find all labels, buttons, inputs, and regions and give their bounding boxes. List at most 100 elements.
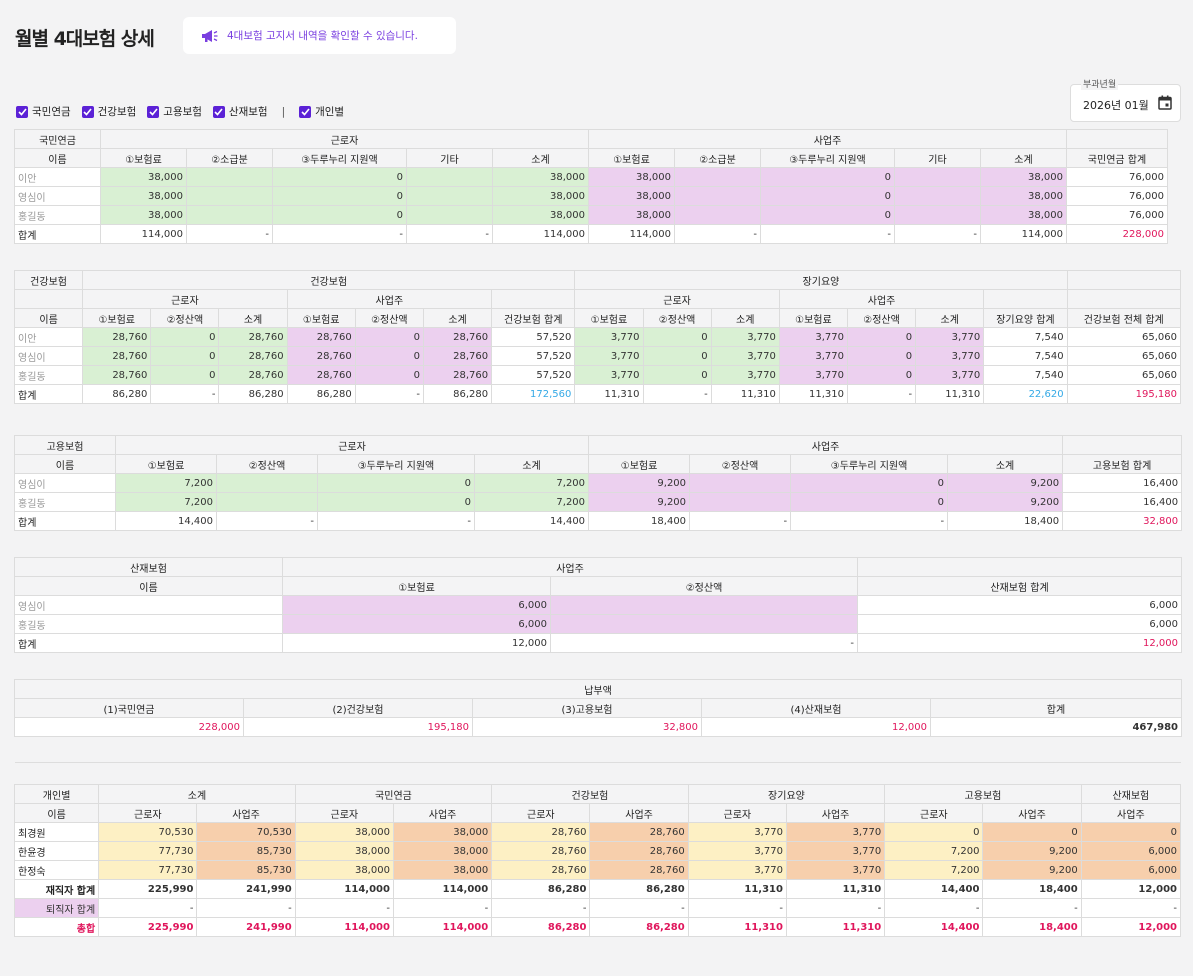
cell: [549, 595, 859, 615]
cell: 241,990: [196, 917, 296, 937]
col-header: 사업주: [1080, 803, 1182, 823]
col-header: 소계: [915, 308, 985, 328]
cell: -: [196, 898, 296, 918]
cell: 14,400: [884, 879, 984, 899]
cell: -: [186, 224, 273, 244]
cell: -: [687, 898, 787, 918]
cell: 38,000: [588, 167, 675, 187]
cell: 3,770: [915, 346, 985, 366]
cell: 7,200: [115, 492, 217, 512]
cell: [674, 205, 761, 225]
cell: 28,760: [589, 822, 689, 842]
pension-table: 국민연금 근로자 사업주 이름 ①보험료 ②소급분 ③두루누리 지원액 기타 소…: [14, 129, 1168, 244]
cell: 28,760: [589, 860, 689, 880]
col-header: 소계: [492, 148, 589, 168]
col-header: 건강보험 합계: [491, 308, 576, 328]
col-header: ②정산액: [846, 308, 917, 328]
col-header: 기타: [894, 148, 981, 168]
cell: 11,310: [785, 879, 886, 899]
table-row: 영심이 6,000 6,000: [14, 595, 1183, 615]
person-name: 최경원: [13, 822, 100, 842]
cell: 38,000: [980, 205, 1067, 225]
col-header: 사업주: [196, 803, 296, 823]
cell: 12,000: [1080, 879, 1182, 899]
cell: -: [589, 898, 689, 918]
cell: 28,760: [82, 327, 152, 347]
cell: 6,000: [1080, 841, 1182, 861]
cell: 28,760: [218, 327, 288, 347]
col-header: (1)국민연금: [14, 698, 244, 718]
cell: 18,400: [982, 917, 1082, 937]
cell: [186, 167, 273, 187]
cell: 38,000: [294, 860, 394, 880]
cell: 28,760: [589, 841, 689, 861]
col-header: ②정산액: [150, 308, 220, 328]
table-row: 홍길동 28,760 0 28,760 28,760 0 28,760 57,520 3,770…: [13, 365, 1182, 385]
cell: 70,530: [196, 822, 296, 842]
filter-employment-checkbox[interactable]: 고용보험: [147, 104, 202, 119]
group-header: 국민연금: [294, 784, 493, 804]
cell: 76,000: [1066, 205, 1168, 225]
cell: 3,770: [710, 327, 780, 347]
cell: -: [790, 511, 949, 531]
period-picker[interactable]: 부과년월 2026년 01월: [1070, 80, 1181, 122]
col-header: (4)산재보험: [701, 698, 931, 718]
checkbox-checked-icon: [81, 105, 94, 118]
filter-label: 건강보험: [97, 106, 137, 118]
cell: 38,000: [392, 860, 493, 880]
group-header: 소계: [98, 784, 296, 804]
cell: 28,760: [422, 346, 493, 366]
period-value: 2026년 01월: [1083, 99, 1149, 112]
blank-header: [13, 289, 84, 309]
filter-person-checkbox[interactable]: 개인별: [299, 104, 344, 119]
cell: 9,200: [588, 473, 691, 493]
cell: 11,310: [710, 384, 780, 404]
col-header: ②소급분: [186, 148, 273, 168]
cell: 77,730: [98, 860, 198, 880]
group-header: 산재보험: [1080, 784, 1182, 804]
cell: 28,760: [218, 365, 288, 385]
filter-pension-checkbox[interactable]: 국민연금: [16, 104, 71, 119]
blank-header: [857, 557, 1183, 577]
person-name: 홍길동: [14, 492, 116, 512]
col-header: 국민연금 합계: [1066, 148, 1168, 168]
col-header: ①보험료: [588, 454, 691, 474]
cell: 28,760: [82, 365, 152, 385]
cell: 0: [317, 492, 475, 512]
cell: 38,000: [100, 205, 187, 225]
filter-health-checkbox[interactable]: 건강보험: [81, 104, 137, 119]
cell: -: [760, 224, 895, 244]
col-header: ②소급분: [674, 148, 761, 168]
name-header: 이름: [14, 148, 101, 168]
col-header: ②정산액: [354, 308, 424, 328]
payment-title: 납부액: [14, 679, 1182, 699]
notice-text: 4대보험 고지서 내역을 확인할 수 있습니다.: [227, 30, 418, 42]
cell: -: [689, 511, 792, 531]
cell: -: [272, 224, 407, 244]
payment-table: 납부액 (1)국민연금 (2)건강보험 (3)고용보험 (4)산재보험 합계 2…: [14, 679, 1182, 737]
cell: 114,000: [100, 224, 187, 244]
cell: 28,760: [286, 327, 356, 347]
cell: -: [354, 384, 424, 404]
cell: -: [884, 898, 984, 918]
cell: 225,990: [98, 879, 198, 899]
worker-header: 근로자: [100, 129, 589, 149]
cell: 11,310: [778, 384, 848, 404]
cell: 38,000: [294, 822, 394, 842]
cell: 0: [846, 365, 917, 385]
table-row: 한정숙 77,730 85,730 38,000 38,000 28,760 28,760 3…: [13, 860, 1182, 880]
group-header: 건강보험: [491, 784, 689, 804]
grand-total-cell: 195,180: [1066, 384, 1182, 404]
cell: 225,990: [98, 917, 198, 937]
person-name: 영심이: [13, 346, 84, 366]
filter-label: 산재보험: [228, 106, 268, 118]
cell: -: [406, 224, 493, 244]
calendar-icon[interactable]: [1158, 95, 1172, 110]
col-header: ②정산액: [689, 454, 792, 474]
group-header: 장기요양: [687, 784, 886, 804]
cell: 3,770: [687, 822, 787, 842]
cell: 0: [642, 365, 712, 385]
filter-separator: |: [281, 105, 286, 118]
filter-accident-checkbox[interactable]: 산재보험: [212, 104, 268, 119]
cell: 77,730: [98, 841, 198, 861]
